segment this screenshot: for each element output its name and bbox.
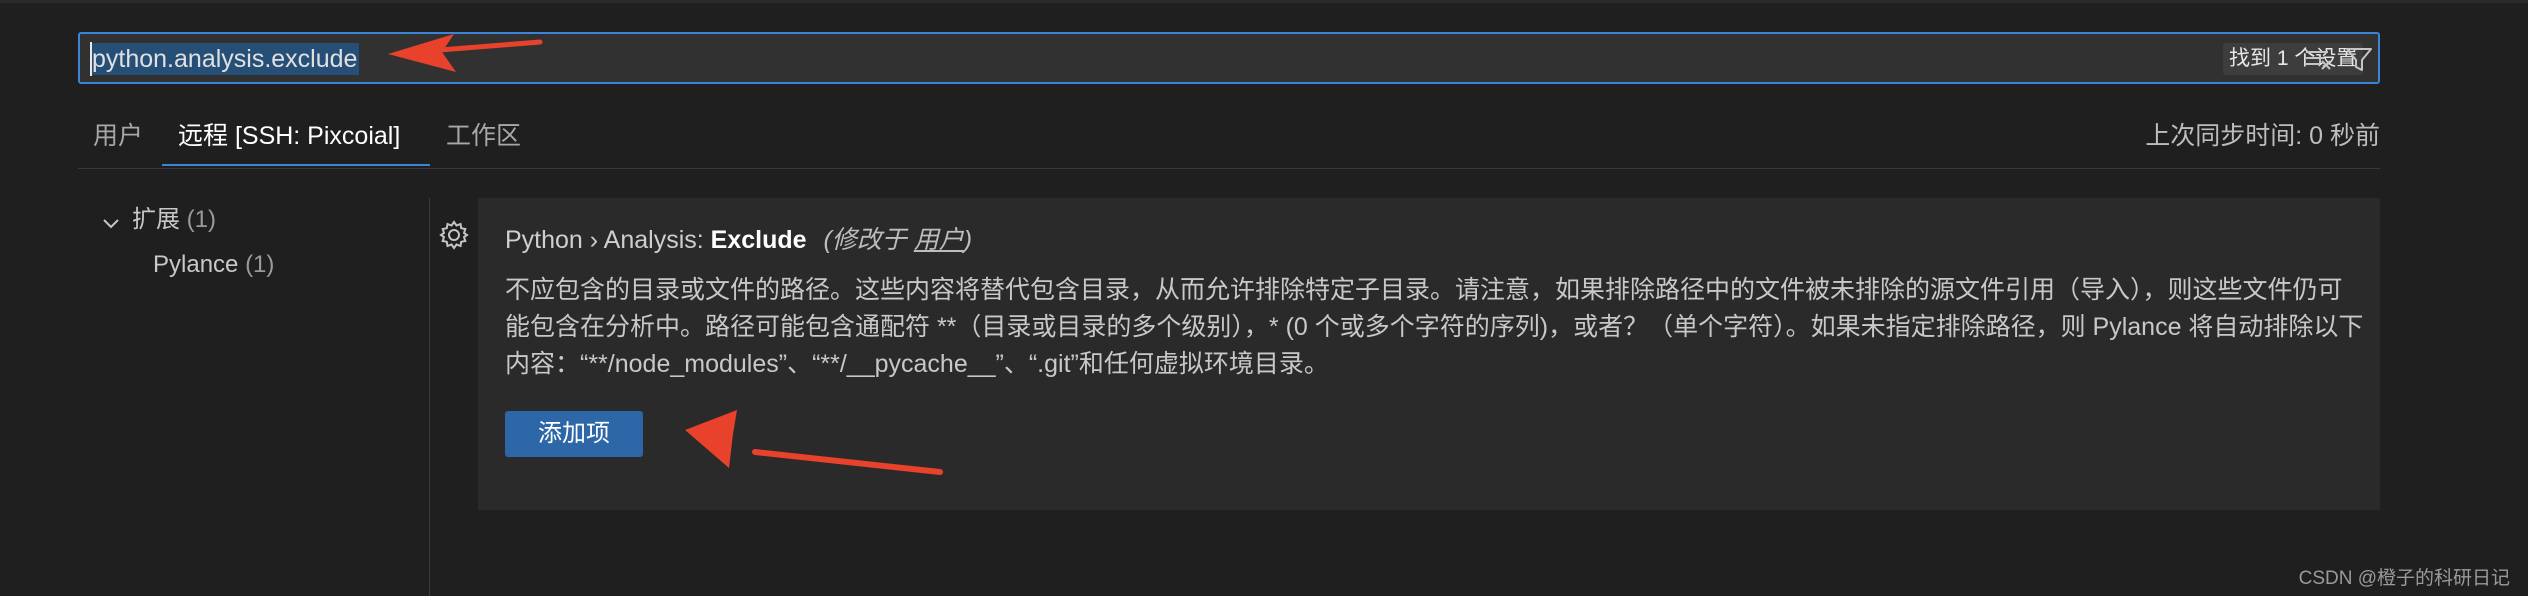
modified-indicator: (修改于 用户) [823, 226, 972, 254]
add-item-button[interactable]: 添加项 [505, 411, 643, 457]
tab-remote[interactable]: 远程 [SSH: Pixcoial] [162, 116, 430, 166]
sync-status: 上次同步时间: 0 秒前 [2145, 122, 2380, 150]
modified-in-user-link[interactable]: 用户 [914, 226, 964, 254]
tab-user[interactable]: 用户 [93, 116, 143, 166]
gear-icon[interactable] [438, 219, 470, 251]
tree-item-count: (1) [186, 206, 217, 233]
text-caret [90, 42, 92, 76]
tree-item-count: (1) [245, 251, 275, 278]
modified-prefix: (修改于 [823, 226, 914, 254]
modified-suffix: ) [963, 226, 973, 254]
tabs-divider [78, 168, 2380, 169]
annotation-arrow [388, 34, 543, 72]
settings-editor: python.analysis.exclude 找到 1 个设置 用户 远程 [… [0, 0, 2528, 596]
pane-divider[interactable] [429, 198, 430, 596]
watermark: CSDN @橙子的科研日记 [2298, 568, 2510, 589]
funnel-icon[interactable] [2342, 43, 2376, 75]
setting-key: Exclude [710, 226, 807, 254]
setting-description: 不应包含的目录或文件的路径。这些内容将替代包含目录，从而允许排除特定子目录。请注… [505, 276, 2364, 378]
annotation-arrow [685, 410, 943, 475]
tree-item-label: Pylance [153, 251, 239, 278]
tree-item-label: 扩展 [132, 206, 180, 233]
chevron-down-icon[interactable] [100, 210, 122, 232]
tab-workspace[interactable]: 工作区 [446, 116, 521, 166]
tree-item-extensions[interactable]: 扩展 (1) [100, 203, 216, 237]
setting-title: Python › Analysis: Exclude (修改于 用户) [505, 222, 972, 258]
title-strip [0, 0, 2528, 3]
setting-breadcrumb: Python › Analysis: [505, 226, 711, 254]
filter-lines-icon[interactable] [2302, 43, 2336, 75]
tree-item-pylance[interactable]: Pylance (1) [153, 248, 274, 282]
search-input[interactable]: python.analysis.exclude [90, 43, 360, 75]
